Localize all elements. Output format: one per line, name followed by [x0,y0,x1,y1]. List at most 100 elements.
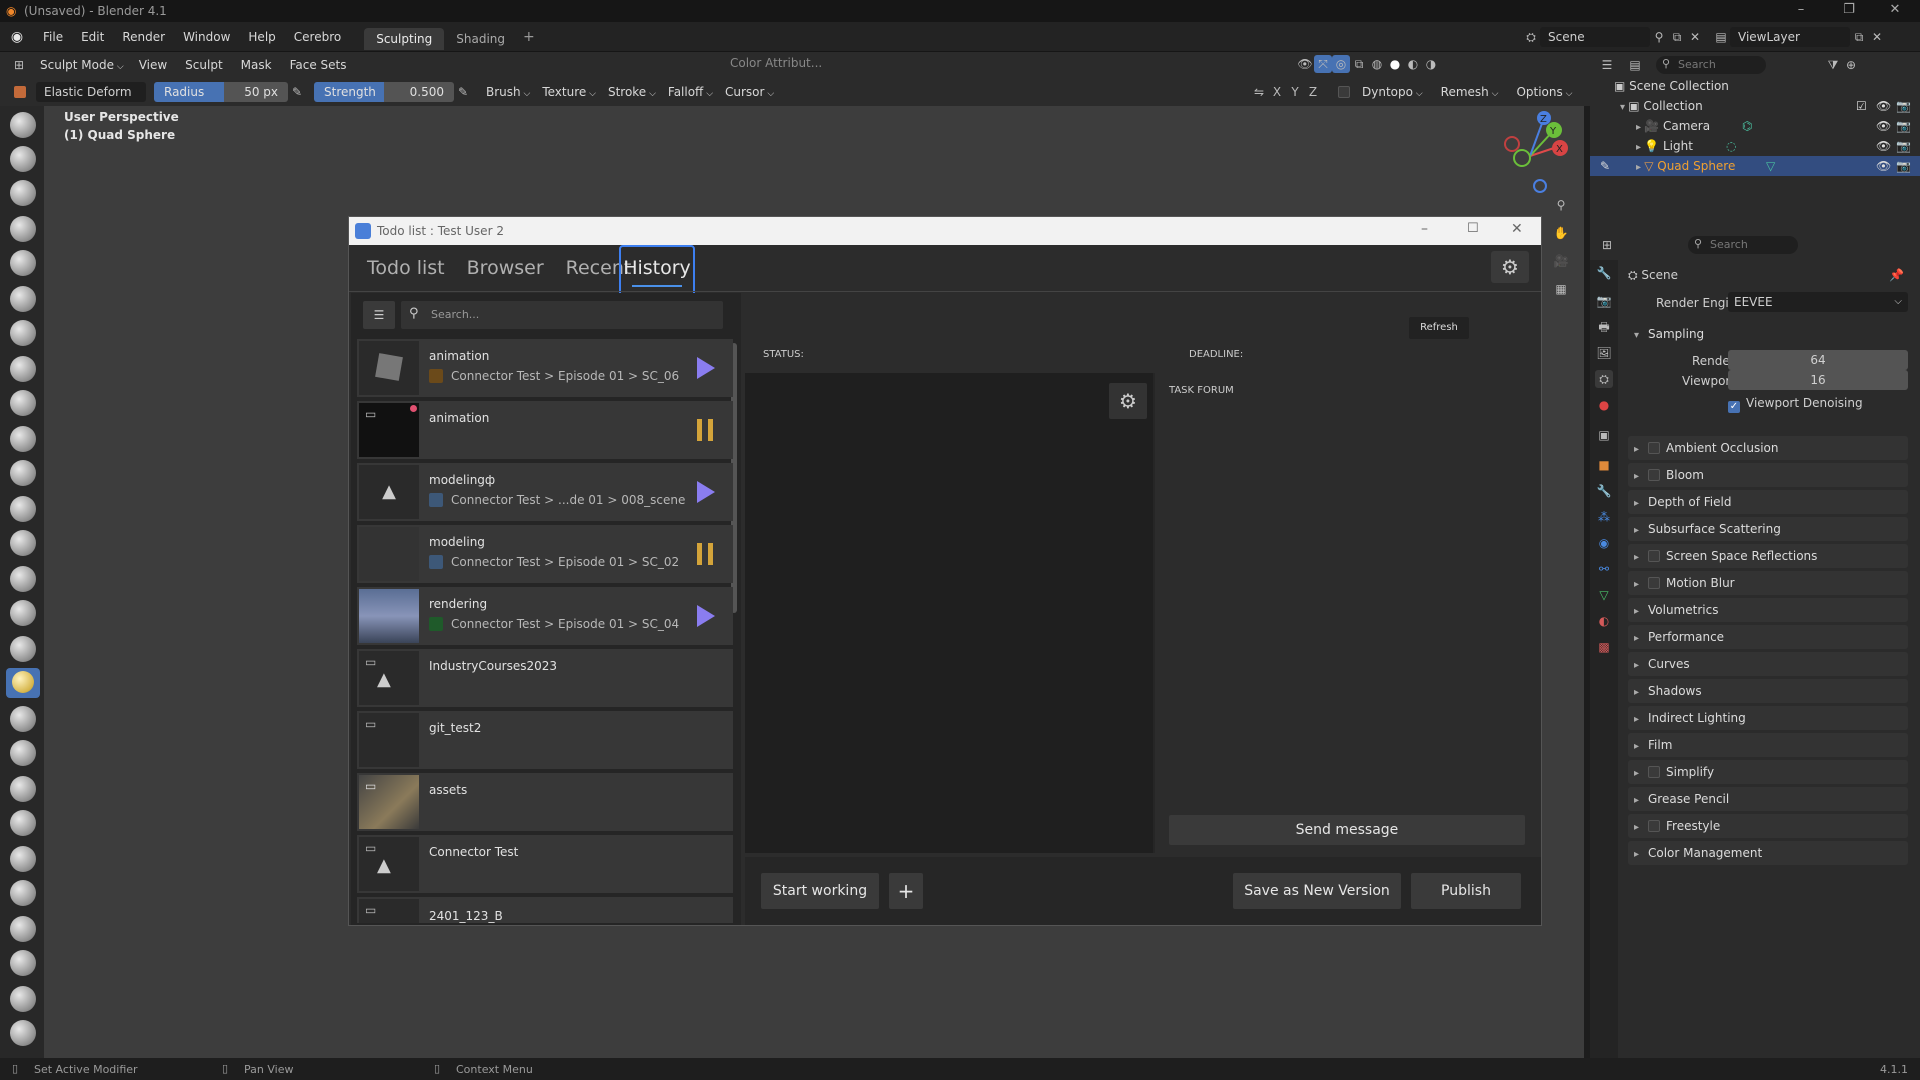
overlay-toggle-icon[interactable]: ◎ [1332,55,1350,73]
cursor-dropdown[interactable]: Cursor [719,82,780,102]
panel-grease-pencil[interactable]: ▸ Grease Pencil [1628,787,1908,811]
menu-mask[interactable]: Mask [232,52,281,78]
pan-hand-icon[interactable]: ✋ [1552,224,1570,242]
play-icon[interactable] [697,481,715,503]
options-dropdown[interactable]: Options [1510,82,1578,102]
data-tab-icon[interactable]: ▽ [1595,586,1613,604]
dyntopo-dropdown[interactable]: Dyntopo [1356,82,1429,102]
physics-tab-icon[interactable]: ◉ [1595,534,1613,552]
clay-strips-brush-icon[interactable] [10,216,36,242]
close-icon[interactable]: ✕ [1880,2,1910,20]
layer-brush-icon[interactable] [10,286,36,312]
boundary-brush-icon[interactable] [10,916,36,942]
axis-y-toggle[interactable]: Y [1286,83,1304,101]
display-mode-icon[interactable]: ▤ [1626,56,1644,74]
render-samples-field[interactable]: 64 [1728,350,1908,370]
menu-sculpt[interactable]: Sculpt [176,52,231,78]
enable-checkbox[interactable] [1648,766,1660,778]
panel-volumetrics[interactable]: ▸ Volumetrics [1628,598,1908,622]
send-message-button[interactable]: Send message [1169,815,1525,845]
render-icon[interactable]: 📷 [1896,96,1911,116]
viewport-denoising-checkbox[interactable]: ✓ [1728,401,1740,413]
menu-cerebro[interactable]: Cerebro [285,22,350,52]
expand-icon[interactable]: ▸ [1636,162,1644,173]
brush-dropdown[interactable]: Brush [480,82,536,102]
clay-thumb-brush-icon[interactable] [10,250,36,276]
zoom-icon[interactable]: ⚲ [1552,196,1570,214]
inflate-brush-icon[interactable] [10,320,36,346]
view-layer-tab-icon[interactable]: 🖼 [1595,344,1613,362]
radius-value[interactable]: 50 px [224,82,288,102]
menu-file[interactable]: File [34,22,72,52]
enable-checkbox[interactable] [1648,442,1660,454]
render-engine-dropdown[interactable]: EEVEE ⌵ [1728,292,1908,312]
pinch-brush-icon[interactable] [10,600,36,626]
viewport-samples-field[interactable]: 16 [1728,370,1908,390]
filter-button[interactable]: ☰ [363,301,395,329]
list-item[interactable]: ▭ ▲ IndustryCourses2023 [357,649,733,707]
radius-label[interactable]: Radius [154,82,224,102]
smooth-brush-icon[interactable] [10,426,36,452]
tab-todo-list[interactable]: Todo list [367,257,445,279]
tab-shading[interactable]: Shading [444,28,517,50]
falloff-dropdown[interactable]: Falloff [662,82,719,102]
collection-tab-icon[interactable]: ▣ [1595,426,1613,444]
scrape-brush-icon[interactable] [10,530,36,556]
editor-type-icon[interactable]: ⊞ [10,56,28,74]
dialog-maximize-icon[interactable]: ☐ [1467,221,1479,236]
pause-icon[interactable] [697,543,713,565]
new-view-layer-icon[interactable]: ⧉ [1850,28,1868,46]
draw-brush-icon[interactable] [10,112,36,138]
tab-history[interactable]: History [619,245,695,297]
pin-icon[interactable]: 📌 [1889,264,1904,286]
expand-icon[interactable]: ▸ [1636,122,1644,133]
object-tab-icon[interactable]: ■ [1595,456,1613,474]
list-item[interactable]: ▭ ▲ Connector Test [357,835,733,893]
pin-icon[interactable]: ⚲ [1650,28,1668,46]
enable-checkbox[interactable] [1648,820,1660,832]
tool-tab-icon[interactable]: 🔧 [1595,264,1613,282]
menu-view[interactable]: View [130,52,176,78]
outliner-row-camera[interactable]: ▸ 🎥 Camera ⌬ 👁 📷 [1590,116,1920,136]
list-item[interactable]: animation Connector Test > Episode 01 > … [357,339,733,397]
navigation-gizmo[interactable]: X Y Z [1490,110,1570,200]
blob-brush-icon[interactable] [10,356,36,382]
flatten-brush-icon[interactable] [10,460,36,486]
new-scene-icon[interactable]: ⧉ [1668,28,1686,46]
outliner-row-quad-sphere[interactable]: ✎ ▸ ▽ Quad Sphere ▽ 👁 📷 [1590,156,1920,176]
tab-sculpting[interactable]: Sculpting [364,27,445,50]
add-workspace-icon[interactable]: + [523,29,535,45]
light-data-icon[interactable]: ◌ [1726,136,1736,156]
viewport-denoising-row[interactable]: ✓ Viewport Denoising [1728,396,1863,413]
visibility-icon[interactable]: 👁 [1876,96,1891,116]
include-checkbox-icon[interactable]: ☑ [1856,96,1867,116]
panel-freestyle[interactable]: ▸ Freestyle [1628,814,1908,838]
panel-sampling[interactable]: ▾ Sampling [1628,322,1908,346]
visibility-icon[interactable]: 👁 [1876,116,1891,136]
particles-tab-icon[interactable]: ⁂ [1595,508,1613,526]
texture-tab-icon[interactable]: ▩ [1595,638,1613,656]
rotate-brush-icon[interactable] [10,846,36,872]
thumb-brush-icon[interactable] [10,740,36,766]
perspective-toggle-icon[interactable]: ▦ [1552,280,1570,298]
scene-name-field[interactable]: Scene [1540,27,1650,47]
panel-performance[interactable]: ▸ Performance [1628,625,1908,649]
shading-solid-icon[interactable]: ● [1386,55,1404,73]
delete-view-layer-icon[interactable]: ✕ [1868,28,1886,46]
strength-pressure-icon[interactable]: ✎ [454,83,472,101]
panel-motion-blur[interactable]: ▸ Motion Blur [1628,571,1908,595]
snake-hook-brush-icon[interactable] [10,706,36,732]
grab-brush-icon[interactable] [10,636,36,662]
view-layer-icon[interactable]: ▤ [1712,28,1730,46]
settings-button[interactable]: ⚙ [1491,251,1529,283]
play-icon[interactable] [697,357,715,379]
visibility-icon[interactable]: 👁 [1876,136,1891,156]
radius-pressure-icon[interactable]: ✎ [288,83,306,101]
visibility-icon[interactable]: 👁 [1296,55,1314,73]
mesh-data-icon[interactable]: ▽ [1766,156,1775,176]
gizmo-toggle-icon[interactable]: ⤧ [1314,55,1332,73]
enable-checkbox[interactable] [1648,550,1660,562]
simplify-brush-icon[interactable] [10,986,36,1012]
list-item[interactable]: ▭ git_test2 [357,711,733,769]
enable-checkbox[interactable] [1648,577,1660,589]
